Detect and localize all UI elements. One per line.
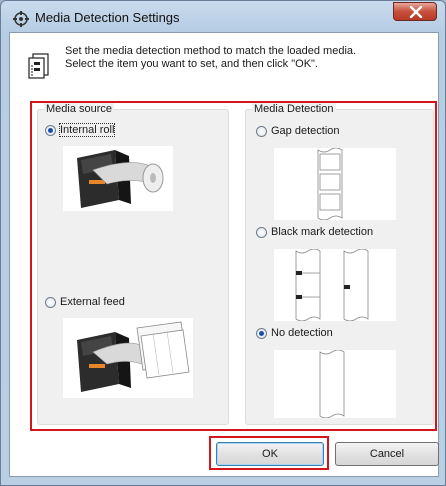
dialog-window: Media Detection Settings Set the media d… (0, 0, 446, 486)
close-icon (409, 6, 423, 18)
settings-highlight-box (30, 101, 437, 431)
instruction-line-1: Set the media detection method to match … (65, 45, 357, 57)
media-info-icon (28, 53, 49, 79)
dialog-body: Set the media detection method to match … (9, 32, 439, 477)
instruction-line-2: Select the item you want to set, and the… (65, 58, 318, 70)
window-title: Media Detection Settings (35, 10, 180, 25)
printer-settings-icon (13, 11, 29, 27)
close-button[interactable] (393, 2, 437, 21)
cancel-button[interactable]: Cancel (335, 442, 439, 466)
ok-highlight-box (209, 436, 329, 470)
title-bar[interactable]: Media Detection Settings (1, 1, 445, 33)
instruction-text: Set the media detection method to match … (65, 45, 356, 71)
